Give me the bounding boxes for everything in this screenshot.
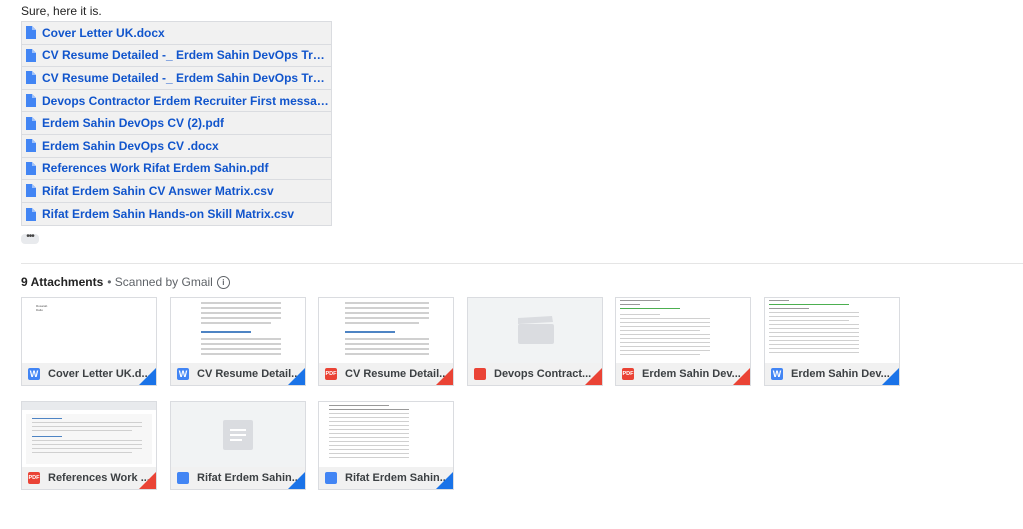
scanned-by-gmail-label: • Scanned by Gmail — [107, 275, 213, 289]
attachments-header: 9 Attachments • Scanned by Gmail i — [21, 275, 230, 289]
attachment-footer: Rifat Erdem Sahin... — [171, 467, 305, 489]
attachment-card[interactable]: PDF References Work ... — [21, 401, 157, 490]
file-link[interactable]: Cover Letter UK.docx — [42, 26, 165, 40]
attachment-card[interactable]: PDF Erdem Sahin Dev... — [615, 297, 751, 386]
attachment-name: CV Resume Detail... — [197, 368, 301, 380]
attachment-footer: W Erdem Sahin Dev... — [765, 363, 899, 385]
attachment-footer: W CV Resume Detail... — [171, 363, 305, 385]
attachment-preview: Rusarab Dalto — [22, 298, 156, 363]
attachment-name: Rifat Erdem Sahin... — [345, 472, 449, 484]
file-row[interactable]: Devops Contractor Erdem Recruiter First … — [22, 90, 331, 113]
file-row[interactable]: Rifat Erdem Sahin Hands-on Skill Matrix.… — [22, 203, 331, 226]
document-icon — [26, 26, 36, 40]
file-corner-icon — [288, 368, 305, 385]
file-list: Cover Letter UK.docx CV Resume Detailed … — [21, 21, 332, 227]
file-corner-icon — [882, 368, 899, 385]
file-row[interactable]: Erdem Sahin DevOps CV (2).pdf — [22, 112, 331, 135]
attachment-card[interactable]: W Erdem Sahin Dev... — [764, 297, 900, 386]
attachment-card[interactable]: Devops Contract... — [467, 297, 603, 386]
document-icon — [26, 139, 36, 153]
file-corner-icon — [733, 368, 750, 385]
attachment-footer: Devops Contract... — [468, 363, 602, 385]
file-link[interactable]: Devops Contractor Erdem Recruiter First … — [42, 94, 331, 108]
attachment-preview — [319, 298, 453, 363]
file-corner-icon — [436, 472, 453, 489]
attachment-card[interactable]: Rusarab Dalto W Cover Letter UK.d... — [21, 297, 157, 386]
attachment-footer: PDF Erdem Sahin Dev... — [616, 363, 750, 385]
attachment-footer: W Cover Letter UK.d... — [22, 363, 156, 385]
word-icon: W — [771, 368, 783, 380]
attachments-count: 9 Attachments — [21, 275, 104, 289]
file-corner-icon — [436, 368, 453, 385]
document-icon — [26, 116, 36, 130]
attachment-name: Devops Contract... — [494, 368, 592, 380]
info-icon[interactable]: i — [216, 275, 230, 289]
attachment-preview — [171, 402, 305, 467]
attachment-preview — [319, 402, 453, 467]
attachment-card[interactable]: PDF CV Resume Detail... — [318, 297, 454, 386]
pdf-icon: PDF — [325, 368, 337, 380]
document-placeholder-icon — [223, 420, 253, 450]
file-row[interactable]: References Work Rifat Erdem Sahin.pdf — [22, 158, 331, 181]
file-link[interactable]: CV Resume Detailed -_ Erdem Sahin DevOps… — [42, 48, 331, 62]
file-row[interactable]: Cover Letter UK.docx — [22, 22, 331, 45]
attachment-name: Rifat Erdem Sahin... — [197, 472, 301, 484]
file-link[interactable]: Rifat Erdem Sahin CV Answer Matrix.csv — [42, 184, 274, 198]
word-icon: W — [28, 368, 40, 380]
file-corner-icon — [139, 472, 156, 489]
file-corner-icon — [288, 472, 305, 489]
file-row[interactable]: Rifat Erdem Sahin CV Answer Matrix.csv — [22, 180, 331, 203]
document-icon — [26, 184, 36, 198]
attachment-preview — [765, 298, 899, 363]
word-icon: W — [177, 368, 189, 380]
attachment-preview — [468, 298, 602, 363]
message-intro-text: Sure, here it is. — [21, 4, 102, 18]
attachment-card[interactable]: W CV Resume Detail... — [170, 297, 306, 386]
file-link[interactable]: Erdem Sahin DevOps CV .docx — [42, 139, 219, 153]
divider — [21, 263, 1023, 264]
show-trimmed-content-button[interactable]: ••• — [21, 232, 39, 244]
attachment-name: Cover Letter UK.d... — [48, 368, 151, 380]
attachment-card[interactable]: Rifat Erdem Sahin... — [170, 401, 306, 490]
document-icon — [26, 94, 36, 108]
google-doc-icon — [177, 472, 189, 484]
file-link[interactable]: CV Resume Detailed -_ Erdem Sahin DevOps… — [42, 71, 331, 85]
document-icon — [26, 48, 36, 62]
file-link[interactable]: References Work Rifat Erdem Sahin.pdf — [42, 161, 269, 175]
attachment-name: Erdem Sahin Dev... — [791, 368, 890, 380]
file-corner-icon — [585, 368, 602, 385]
document-icon — [26, 161, 36, 175]
file-corner-icon — [139, 368, 156, 385]
attachment-preview — [616, 298, 750, 363]
preview-text: Dalto — [36, 308, 44, 312]
attachment-name: References Work ... — [48, 472, 150, 484]
video-placeholder-icon — [518, 316, 554, 344]
file-row[interactable]: CV Resume Detailed -_ Erdem Sahin DevOps… — [22, 45, 331, 68]
document-icon — [26, 207, 36, 221]
attachment-footer: Rifat Erdem Sahin... — [319, 467, 453, 489]
file-link[interactable]: Rifat Erdem Sahin Hands-on Skill Matrix.… — [42, 207, 294, 221]
attachment-card[interactable]: Rifat Erdem Sahin... — [318, 401, 454, 490]
attachment-name: CV Resume Detail... — [345, 368, 449, 380]
video-icon — [474, 368, 486, 380]
file-link[interactable]: Erdem Sahin DevOps CV (2).pdf — [42, 116, 224, 130]
google-doc-icon — [325, 472, 337, 484]
attachment-footer: PDF References Work ... — [22, 467, 156, 489]
attachment-name: Erdem Sahin Dev... — [642, 368, 741, 380]
attachment-preview — [22, 402, 156, 467]
attachment-preview — [171, 298, 305, 363]
pdf-icon: PDF — [28, 472, 40, 484]
document-icon — [26, 71, 36, 85]
attachment-footer: PDF CV Resume Detail... — [319, 363, 453, 385]
file-row[interactable]: Erdem Sahin DevOps CV .docx — [22, 135, 331, 158]
pdf-icon: PDF — [622, 368, 634, 380]
file-row[interactable]: CV Resume Detailed -_ Erdem Sahin DevOps… — [22, 67, 331, 90]
